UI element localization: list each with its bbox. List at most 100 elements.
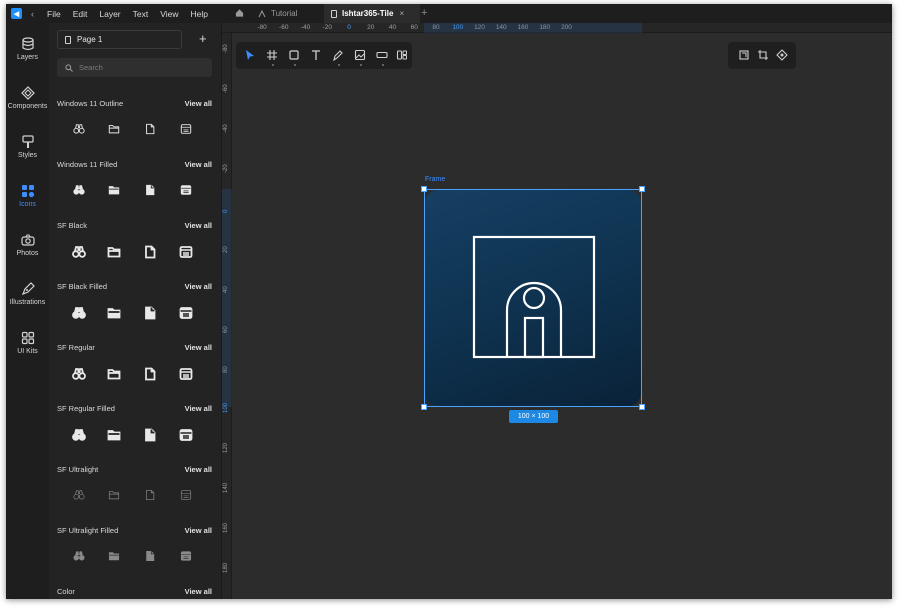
ruler-tick-label: 40: [388, 24, 397, 31]
folder-icon[interactable]: [108, 489, 120, 501]
image-tool-icon[interactable]: [354, 49, 366, 61]
rail-item-ui-kits[interactable]: UI Kits: [6, 331, 49, 355]
tool-dropdown-dot: [360, 64, 362, 66]
app-tile[interactable]: [425, 190, 641, 406]
icon-section: Windows 11 Filled View all: [57, 157, 212, 211]
tab-ishtar365-tile[interactable]: Ishtar365-Tile ×: [324, 4, 420, 23]
search-box: [57, 58, 212, 77]
rail-label-illustrations: Illustrations: [9, 299, 46, 306]
view-all-link[interactable]: View all: [185, 404, 212, 413]
menu-view[interactable]: View: [160, 9, 178, 19]
document-icon[interactable]: [143, 367, 157, 381]
add-page-button[interactable]: +: [199, 31, 207, 46]
frame-tool-icon[interactable]: [266, 49, 278, 61]
rail-item-icons[interactable]: Icons: [6, 184, 49, 208]
menu-file[interactable]: File: [47, 9, 61, 19]
rectangle-tool-icon[interactable]: [288, 49, 300, 61]
rail-item-illustrations[interactable]: Illustrations: [6, 282, 49, 306]
tab-tutorial[interactable]: Tutorial: [258, 4, 297, 23]
ruler-selection-highlight-top: [424, 23, 642, 33]
frame-label[interactable]: Frame: [425, 176, 445, 183]
view-all-link[interactable]: View all: [185, 282, 212, 291]
text-tool-icon[interactable]: [310, 49, 322, 61]
back-arrow-icon[interactable]: ‹: [31, 9, 34, 19]
folder-icon[interactable]: [108, 550, 120, 562]
document-icon[interactable]: [143, 306, 157, 320]
calendar-icon[interactable]: [180, 489, 192, 501]
view-all-link[interactable]: View all: [185, 160, 212, 169]
folder-icon[interactable]: [107, 306, 121, 320]
section-header: SF Ultralight Filled View all: [57, 523, 212, 537]
rail-item-styles[interactable]: Styles: [6, 135, 49, 159]
icon-section: SF Regular View all: [57, 340, 212, 394]
document-icon[interactable]: [144, 123, 156, 135]
binoculars-icon[interactable]: [73, 489, 85, 501]
folder-icon[interactable]: [108, 123, 120, 135]
ruler-tick-label: 20: [367, 24, 375, 31]
tool-dropdown-dot: [272, 64, 274, 66]
calendar-icon[interactable]: [179, 245, 193, 259]
binoculars-icon[interactable]: [72, 428, 86, 442]
rail-item-layers[interactable]: Layers: [6, 37, 49, 61]
target-icon[interactable]: [776, 49, 788, 61]
calendar-icon[interactable]: [180, 550, 192, 562]
menu-text[interactable]: Text: [133, 9, 149, 19]
section-title: Color: [57, 586, 75, 596]
search-input[interactable]: [79, 63, 199, 72]
resize-handle-top-left[interactable]: [421, 186, 427, 192]
resize-handle-bottom-left[interactable]: [421, 404, 427, 410]
selected-frame[interactable]: [421, 186, 645, 410]
add-tab-button[interactable]: +: [421, 7, 427, 19]
transform-toolbar: [728, 42, 796, 69]
menu-help[interactable]: Help: [191, 9, 208, 19]
menu-layer[interactable]: Layer: [99, 9, 120, 19]
folder-icon[interactable]: [108, 184, 120, 196]
binoculars-icon[interactable]: [72, 367, 86, 381]
select-tool-icon[interactable]: [244, 49, 256, 61]
document-icon[interactable]: [143, 245, 157, 259]
transform-icon[interactable]: [757, 49, 769, 61]
calendar-icon[interactable]: [180, 123, 192, 135]
binoculars-icon[interactable]: [73, 184, 85, 196]
document-icon[interactable]: [144, 550, 156, 562]
binoculars-icon[interactable]: [72, 306, 86, 320]
calendar-icon[interactable]: [179, 367, 193, 381]
view-all-link[interactable]: View all: [185, 587, 212, 596]
binoculars-icon[interactable]: [73, 550, 85, 562]
resize-handle-top-right[interactable]: [639, 186, 645, 192]
component-tool-icon[interactable]: [396, 49, 408, 61]
app-logo-icon[interactable]: ◀: [11, 8, 22, 19]
tab-close-icon[interactable]: ×: [399, 9, 404, 18]
resize-handle-bottom-right[interactable]: [639, 404, 645, 410]
section-title: SF Ultralight Filled: [57, 525, 119, 535]
home-icon[interactable]: [235, 8, 244, 18]
menu-bar: ◀ ‹ File Edit Layer Text View Help Tutor…: [6, 4, 892, 23]
document-icon[interactable]: [144, 489, 156, 501]
view-all-link[interactable]: View all: [185, 99, 212, 108]
folder-icon[interactable]: [107, 367, 121, 381]
calendar-icon[interactable]: [179, 306, 193, 320]
view-all-link[interactable]: View all: [185, 221, 212, 230]
page-selector[interactable]: Page 1: [57, 30, 182, 49]
tab-tutorial-label: Tutorial: [271, 9, 298, 18]
binoculars-icon[interactable]: [72, 245, 86, 259]
crop-icon[interactable]: [738, 49, 750, 61]
grid-icon: [21, 331, 34, 345]
menu-edit[interactable]: Edit: [73, 9, 88, 19]
view-all-link[interactable]: View all: [185, 465, 212, 474]
pen-tool-icon[interactable]: [332, 49, 344, 61]
document-icon[interactable]: [144, 184, 156, 196]
button-tool-icon[interactable]: [376, 49, 388, 61]
view-all-link[interactable]: View all: [185, 526, 212, 535]
document-icon[interactable]: [143, 428, 157, 442]
folder-icon[interactable]: [107, 245, 121, 259]
folder-icon[interactable]: [107, 428, 121, 442]
rail-item-components[interactable]: Components: [6, 86, 49, 110]
rail-item-photos[interactable]: Photos: [6, 233, 49, 257]
tool-dropdown-dot: [294, 64, 296, 66]
calendar-icon[interactable]: [180, 184, 192, 196]
section-title: SF Black Filled: [57, 281, 108, 291]
binoculars-icon[interactable]: [73, 123, 85, 135]
calendar-icon[interactable]: [179, 428, 193, 442]
view-all-link[interactable]: View all: [185, 343, 212, 352]
